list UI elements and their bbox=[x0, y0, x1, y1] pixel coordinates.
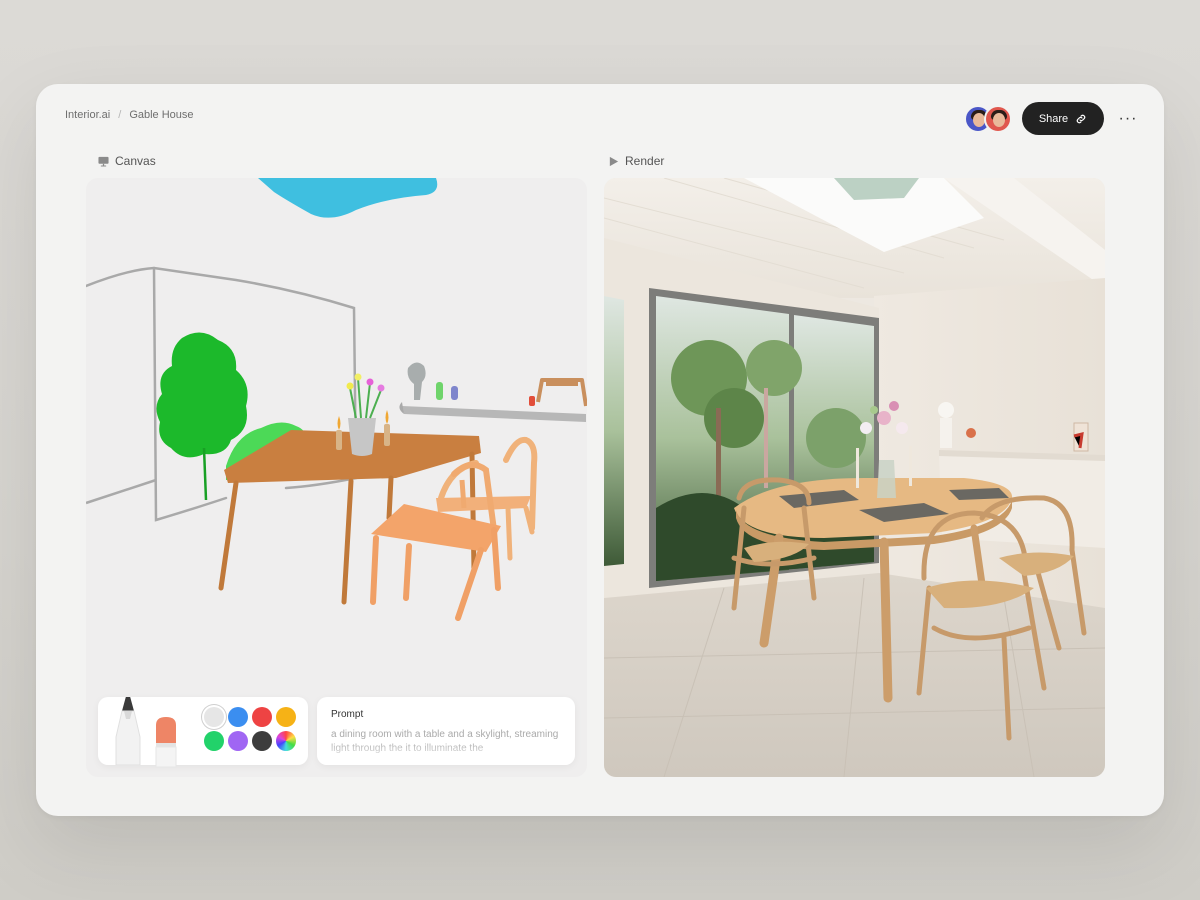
color-swatch-purple[interactable] bbox=[228, 731, 248, 751]
play-icon bbox=[609, 156, 619, 166]
share-button[interactable]: Share bbox=[1022, 102, 1104, 135]
color-swatch-yellow[interactable] bbox=[276, 707, 296, 727]
render-title: Render bbox=[625, 154, 665, 168]
easel-icon bbox=[98, 156, 109, 167]
drawing-canvas[interactable]: Prompt a dining room with a table and a … bbox=[86, 178, 587, 777]
canvas-label: Canvas bbox=[98, 154, 156, 168]
prompt-title: Prompt bbox=[331, 709, 364, 720]
color-palette bbox=[204, 707, 296, 751]
color-swatch-green[interactable] bbox=[204, 731, 224, 751]
render-image bbox=[604, 178, 1105, 777]
render-label: Render bbox=[608, 154, 664, 168]
share-label: Share bbox=[1038, 112, 1069, 125]
prompt-box[interactable]: Prompt a dining room with a table and a … bbox=[317, 697, 575, 765]
more-label: ··· bbox=[1118, 109, 1138, 127]
canvas-title: Canvas bbox=[115, 154, 156, 168]
color-swatch-red[interactable] bbox=[252, 707, 272, 727]
color-swatch-gray[interactable] bbox=[204, 707, 224, 727]
app-window: Interior.ai / Gable House Share ··· Canv… bbox=[36, 84, 1164, 816]
color-swatch-black[interactable] bbox=[252, 731, 272, 751]
breadcrumb-project[interactable]: Gable House bbox=[129, 109, 193, 121]
sketch-drawing bbox=[86, 178, 587, 621]
eraser-icon[interactable] bbox=[152, 715, 180, 775]
color-swatch-blue[interactable] bbox=[228, 707, 248, 727]
link-icon bbox=[1076, 114, 1086, 123]
drawing-toolbox bbox=[98, 697, 308, 768]
more-icon[interactable]: ··· bbox=[1116, 107, 1140, 131]
color-picker-swatch[interactable] bbox=[276, 731, 296, 751]
header-actions: Share ··· bbox=[964, 102, 1140, 135]
avatar[interactable] bbox=[984, 104, 1012, 133]
rendered-dining-room bbox=[604, 178, 1105, 777]
pencil-icon[interactable] bbox=[112, 697, 144, 765]
breadcrumb-separator: / bbox=[118, 109, 122, 121]
breadcrumb: Interior.ai / Gable House bbox=[65, 109, 194, 121]
collaborator-avatars bbox=[964, 104, 1012, 133]
breadcrumb-app[interactable]: Interior.ai bbox=[65, 109, 110, 121]
